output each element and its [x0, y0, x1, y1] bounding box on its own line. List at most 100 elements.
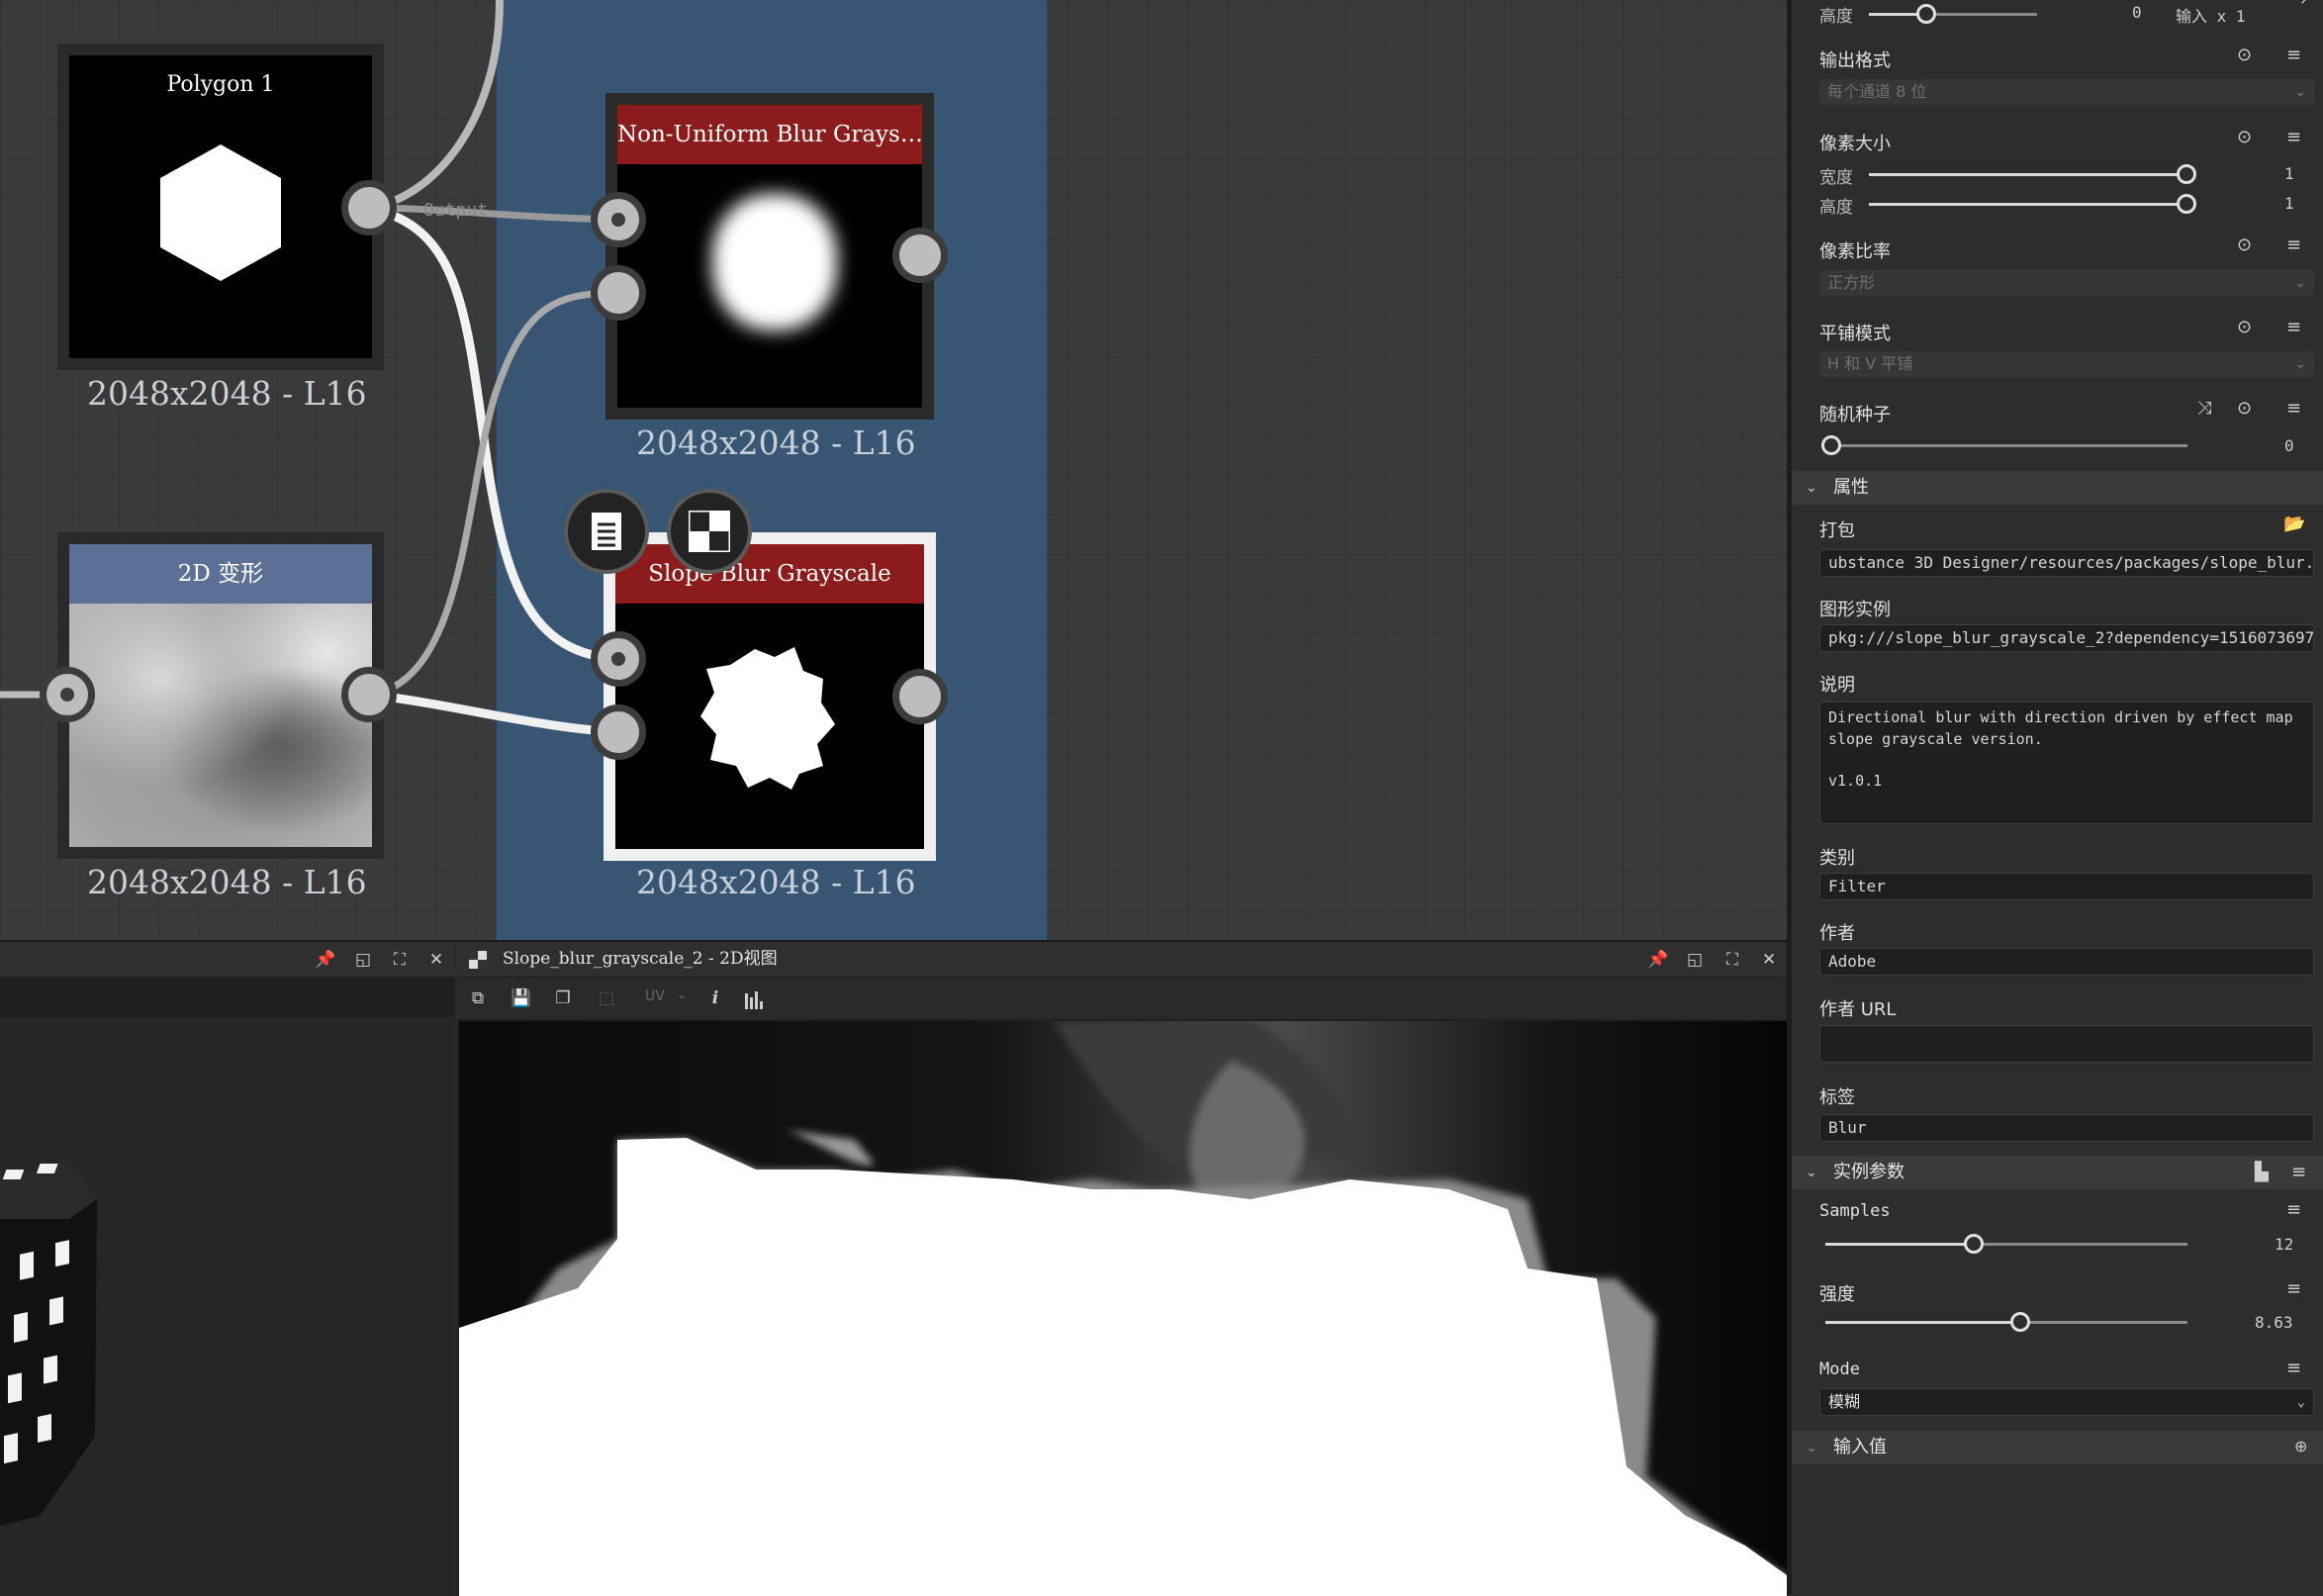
copy-icon[interactable]: ❐ [552, 987, 574, 1009]
inputs-section-header[interactable]: ⌄ 输入值 ⊕ [1792, 1431, 2323, 1464]
menu-icon[interactable]: ≡ [2286, 1278, 2301, 1299]
height-slider-track[interactable] [1869, 203, 2184, 206]
width-slider-knob[interactable] [2177, 164, 2196, 184]
uv-dropdown[interactable]: UV [645, 988, 665, 1004]
width-slider-track[interactable] [1869, 173, 2184, 176]
close-icon[interactable]: ✕ [1758, 949, 1780, 971]
seed-value[interactable]: 0 [2284, 436, 2294, 455]
menu-icon[interactable]: ≡ [2286, 235, 2301, 255]
chevron-down-icon: ⌄ [2294, 84, 2306, 100]
intensity-value[interactable]: 8.63 [2255, 1313, 2293, 1332]
inherit-icon[interactable]: ⊙ [2237, 317, 2252, 337]
graph-instance-field[interactable]: pkg:///slope_blur_grayscale_2?dependency… [1819, 624, 2314, 652]
section-title: 属性 [1833, 477, 1869, 498]
dropdown-value: 每个通道 8 位 [1827, 82, 1927, 101]
input-port[interactable] [591, 192, 646, 247]
description-line: slope grayscale version. [1828, 730, 2043, 748]
samples-slider-track[interactable] [1825, 1243, 2187, 1246]
node-polygon[interactable]: Polygon 1 [57, 44, 384, 370]
height-value[interactable]: 1 [2284, 194, 2294, 213]
pin-icon[interactable]: 📌 [1647, 949, 1669, 971]
inherit-icon[interactable]: ⊙ [2237, 398, 2252, 419]
cube-preview[interactable] [0, 1160, 109, 1555]
histogram-icon[interactable] [744, 989, 766, 1011]
seed-slider-track[interactable] [1821, 444, 2187, 447]
view2d-canvas[interactable] [459, 1021, 1787, 1596]
maximize-icon[interactable]: ⛶ [389, 949, 411, 971]
output-port[interactable] [892, 669, 948, 724]
description-field[interactable]: Directional blur with direction driven b… [1819, 702, 2314, 824]
pixel-ratio-dropdown[interactable]: 正方形 ⌄ [1819, 270, 2314, 296]
maximize-icon[interactable]: ⛶ [1721, 949, 1743, 971]
input-port[interactable] [591, 265, 646, 321]
dropdown-value: 模糊 [1828, 1392, 1861, 1411]
output-port[interactable] [892, 228, 948, 283]
output-port[interactable] [341, 180, 397, 235]
seed-slider-knob[interactable] [1821, 435, 1841, 455]
export-icon[interactable]: ⬚ [596, 987, 617, 1009]
view3d-panel[interactable]: 📌 ◱ ⛶ ✕ [0, 940, 455, 1596]
samples-value[interactable]: 12 [2275, 1235, 2293, 1254]
add-icon[interactable]: ⊕ [2294, 1437, 2307, 1455]
mode-label: Mode [1819, 1360, 1860, 1379]
mode-dropdown[interactable]: 模糊 ⌄ [1819, 1388, 2314, 1416]
shuffle-icon[interactable]: ⤨ [2197, 398, 2211, 419]
properties-panel[interactable]: 高度 0 输入 x 1 ↗ 输出格式 ⊙ ≡ 每个通道 8 位 ⌄ 像素大小 ⊙ … [1787, 0, 2323, 1594]
menu-icon[interactable]: ≡ [2286, 1199, 2301, 1220]
intensity-slider-track[interactable] [1825, 1321, 2187, 1324]
pin-icon[interactable]: 📌 [315, 949, 336, 971]
height-slider-knob[interactable] [1916, 4, 1936, 24]
output-format-label: 输出格式 [1819, 50, 1891, 71]
node-slope-blur[interactable]: Slope Blur Grayscale [604, 532, 936, 861]
float-icon[interactable]: ◱ [1684, 949, 1706, 971]
input-port[interactable] [40, 667, 95, 722]
save-icon[interactable]: 💾 [511, 987, 532, 1009]
input-port[interactable] [591, 631, 646, 687]
menu-icon[interactable]: ≡ [2291, 1162, 2306, 1182]
node-nonuniform-blur[interactable]: Non-Uniform Blur Grays… [605, 93, 934, 420]
width-label: 宽度 [1819, 168, 1853, 188]
height-slider-knob[interactable] [2177, 194, 2196, 214]
node-doc-badge[interactable] [564, 489, 649, 574]
output-format-dropdown[interactable]: 每个通道 8 位 ⌄ [1819, 79, 2314, 105]
node-preview-badge[interactable] [667, 489, 752, 574]
view2d-panel[interactable]: Slope_blur_grayscale_2 - 2D视图 📌 ◱ ⛶ ✕ ⧉ … [457, 940, 1787, 1596]
folder-icon[interactable]: 📂 [2283, 514, 2305, 534]
slope-blur-thumbnail [700, 647, 835, 790]
inherit-icon[interactable]: ⊙ [2237, 127, 2252, 147]
menu-icon[interactable]: ≡ [2286, 45, 2301, 65]
height-slider-track[interactable] [1869, 13, 2037, 16]
tiling-dropdown[interactable]: H 和 V 平铺 ⌄ [1819, 351, 2314, 377]
instance-params-section-header[interactable]: ⌄ 实例参数 ▙ ≡ [1792, 1156, 2323, 1189]
tags-field[interactable]: Blur [1819, 1114, 2314, 1142]
chevron-down-icon: ⌄ [2294, 275, 2306, 291]
menu-icon[interactable]: ≡ [2286, 127, 2301, 147]
info-icon[interactable]: i [704, 987, 726, 1009]
author-field[interactable]: Adobe [1819, 948, 2314, 976]
graph-instance-label: 图形实例 [1819, 600, 1891, 620]
preset-icon[interactable]: ▙ [2255, 1162, 2269, 1182]
width-value[interactable]: 1 [2284, 164, 2294, 183]
node-title: Non-Uniform Blur Grays… [617, 105, 922, 164]
input-port[interactable] [591, 704, 646, 760]
link-icon[interactable]: ↗ [2299, 0, 2311, 8]
height-value[interactable]: 0 [2132, 3, 2142, 22]
category-field[interactable]: Filter [1819, 873, 2314, 900]
inherit-icon[interactable]: ⊙ [2237, 45, 2252, 65]
intensity-slider-knob[interactable] [2010, 1312, 2030, 1332]
view2d-titlebar: Slope_blur_grayscale_2 - 2D视图 📌 ◱ ⛶ ✕ [457, 942, 1787, 978]
author-url-field[interactable] [1819, 1025, 2314, 1063]
inherit-icon[interactable]: ⊙ [2237, 235, 2252, 255]
node-transform-2d[interactable]: 2D 变形 [57, 532, 384, 859]
menu-icon[interactable]: ≡ [2286, 317, 2301, 337]
close-icon[interactable]: ✕ [425, 949, 447, 971]
samples-slider-knob[interactable] [1964, 1234, 1984, 1254]
float-icon[interactable]: ◱ [352, 949, 374, 971]
node-graph[interactable]: Output Polygon 1 2048x2048 - L16 2D 变形 2… [0, 0, 1787, 940]
package-field[interactable]: ubstance 3D Designer/resources/packages/… [1819, 549, 2314, 577]
display-icon[interactable]: ⧉ [467, 987, 489, 1009]
menu-icon[interactable]: ≡ [2286, 1358, 2301, 1378]
menu-icon[interactable]: ≡ [2286, 398, 2301, 419]
attributes-section-header[interactable]: ⌄ 属性 [1792, 471, 2323, 505]
output-port[interactable] [341, 667, 397, 722]
